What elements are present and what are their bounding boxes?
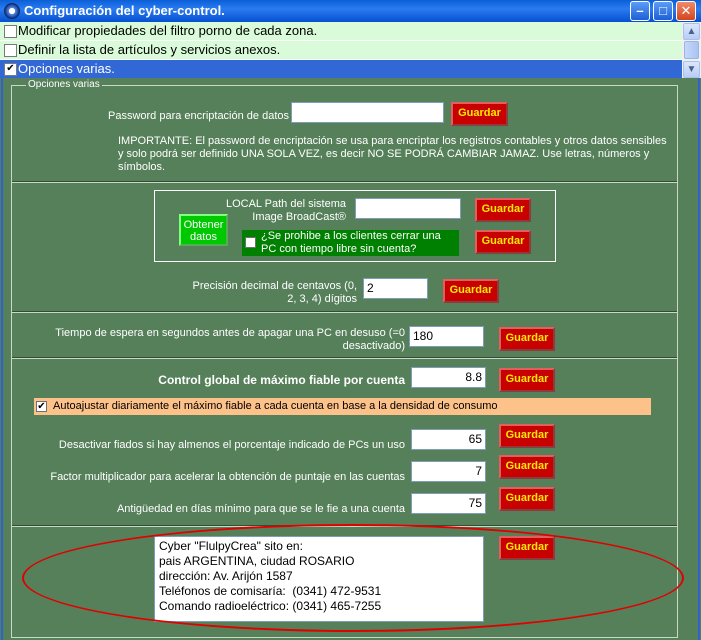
decimal-input[interactable]: 2 xyxy=(363,278,428,299)
prohibit-close-label: ¿Se prohibe a los clientes cerrar una PC… xyxy=(261,230,441,255)
list-item-label: Modificar propiedades del filtro porno d… xyxy=(18,23,318,38)
save-prohibit-close-button[interactable]: Guardar xyxy=(475,230,531,254)
list-item-misc-options[interactable]: ✔ Opciones varias. xyxy=(0,60,682,78)
save-password-button[interactable]: Guardar xyxy=(451,102,508,126)
scroll-thumb[interactable] xyxy=(684,41,699,59)
auto-adjust-label: Autoajustar diariamente el máximo fiable… xyxy=(53,400,498,412)
annotation-ellipse xyxy=(22,524,684,632)
save-wait-time-button[interactable]: Guardar xyxy=(499,327,555,351)
group-legend: Opciones varias xyxy=(26,79,102,90)
list-item-checkbox[interactable] xyxy=(4,44,17,57)
save-min-days-button[interactable]: Guardar xyxy=(499,487,555,511)
list-item-checkbox[interactable] xyxy=(4,25,17,38)
scroll-up-icon[interactable]: ▲ xyxy=(683,23,700,40)
divider xyxy=(12,181,677,183)
decimal-label: Precisión decimal de centavos (0, 2, 3, … xyxy=(192,280,357,305)
password-label: Password para encriptación de datos xyxy=(108,110,289,122)
window-title: Configuración del cyber-control. xyxy=(24,3,225,18)
deactivate-label: Desactivar fiados si hay almenos el porc… xyxy=(58,439,405,451)
auto-adjust-checkbox[interactable]: ✔ xyxy=(36,401,47,412)
list-item-label: Opciones varias. xyxy=(18,61,115,76)
save-decimal-button[interactable]: Guardar xyxy=(443,279,499,303)
max-credit-input[interactable]: 8.8 xyxy=(411,367,486,388)
scroll-down-icon[interactable]: ▼ xyxy=(683,61,700,78)
options-list: Modificar propiedades del filtro porno d… xyxy=(0,22,701,78)
list-item-filter[interactable]: Modificar propiedades del filtro porno d… xyxy=(0,22,682,40)
important-note: IMPORTANTE: El password de encriptación … xyxy=(118,135,667,173)
min-days-input[interactable]: 75 xyxy=(411,493,486,514)
save-deactivate-button[interactable]: Guardar xyxy=(499,424,555,448)
max-credit-label: Control global de máximo fiable por cuen… xyxy=(158,373,405,387)
wait-time-input[interactable]: 180 xyxy=(409,326,484,347)
password-input[interactable] xyxy=(291,102,444,123)
save-local-path-button[interactable]: Guardar xyxy=(475,198,531,222)
app-gear-icon xyxy=(4,3,20,19)
divider xyxy=(12,357,677,359)
multiplier-input[interactable]: 7 xyxy=(411,461,486,482)
local-path-label: LOCAL Path del sistema Image BroadCast® xyxy=(225,198,346,223)
divider xyxy=(12,311,677,313)
multiplier-label: Factor multiplicador para acelerar la ob… xyxy=(50,471,405,483)
maximize-button[interactable]: □ xyxy=(653,1,673,21)
deactivate-input[interactable]: 65 xyxy=(411,429,486,450)
local-path-input[interactable] xyxy=(355,198,461,219)
wait-time-label: Tiempo de espera en segundos antes de ap… xyxy=(55,327,405,352)
list-item-label: Definir la lista de artículos y servicio… xyxy=(18,42,281,57)
minimize-button[interactable]: – xyxy=(630,1,650,21)
min-days-label: Antigüedad en días mínimo para que se le… xyxy=(116,503,405,515)
save-max-credit-button[interactable]: Guardar xyxy=(499,368,555,392)
save-multiplier-button[interactable]: Guardar xyxy=(499,455,555,479)
list-item-checkbox[interactable]: ✔ xyxy=(4,63,17,76)
list-item-articles[interactable]: Definir la lista de artículos y servicio… xyxy=(0,41,682,59)
prohibit-close-checkbox[interactable] xyxy=(245,237,256,248)
close-button[interactable]: ✕ xyxy=(676,1,696,21)
